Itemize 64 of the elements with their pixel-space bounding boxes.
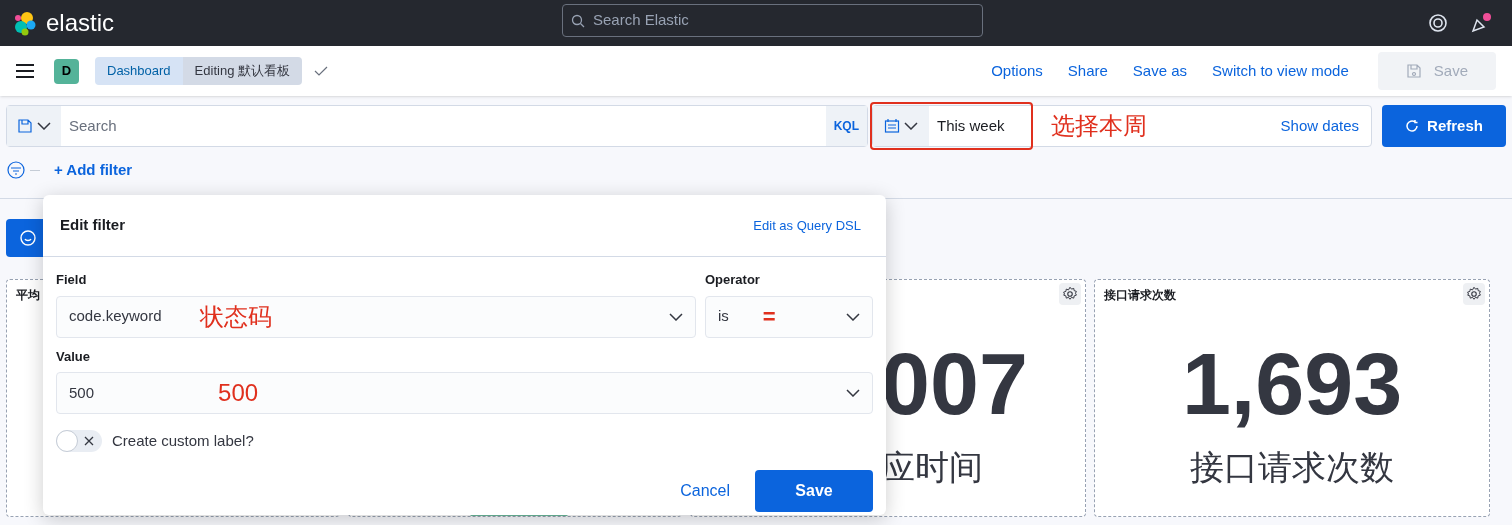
chevron-down-icon [904, 122, 918, 130]
nav-link[interactable]: Switch to view mode [1212, 59, 1349, 83]
cancel-link[interactable]: Cancel [680, 478, 730, 503]
saved-query-button[interactable] [7, 106, 61, 146]
chevron-down-icon [846, 312, 860, 321]
save-icon [1405, 63, 1422, 79]
gear-icon[interactable] [1463, 283, 1485, 305]
field-combobox[interactable]: code.keyword 状态码 [56, 295, 696, 338]
chevron-down-icon [846, 389, 860, 397]
field-label: Field [56, 271, 88, 289]
search-placeholder: Search [68, 115, 118, 136]
annotation-text: = [762, 303, 776, 331]
panel-title: 接口请求次数 [1104, 287, 1176, 304]
value-combobox[interactable]: 500 500 [56, 372, 873, 414]
help-icon[interactable] [1428, 13, 1448, 33]
save-icon [17, 118, 33, 134]
breadcrumb[interactable]: Editing 默认看板 [182, 57, 302, 85]
search-placeholder: Search Elastic [593, 10, 689, 31]
nav-link[interactable]: Options [991, 59, 1043, 83]
nav-link[interactable]: Share [1067, 59, 1108, 83]
custom-label-switch[interactable] [56, 430, 102, 453]
date-range-text[interactable]: This week [929, 114, 1013, 138]
metric-value: 007 [881, 340, 1028, 428]
elastic-logo-icon [12, 10, 38, 36]
field-value: code.keyword [69, 306, 162, 327]
show-dates-link[interactable]: Show dates [1280, 114, 1359, 138]
operator-combobox[interactable]: is = [705, 295, 873, 338]
annotation-text: 状态码 [199, 301, 272, 332]
value-label: Value [56, 347, 91, 366]
breadcrumb[interactable]: Dashboard [95, 57, 183, 85]
space-avatar[interactable]: D [54, 58, 79, 84]
calendar-icon [884, 118, 900, 134]
menu-icon[interactable] [16, 64, 34, 78]
value-text: 500 [69, 382, 95, 403]
check-icon [314, 66, 328, 76]
annotation-text: 选择本周 [1050, 111, 1147, 141]
search-icon [571, 13, 585, 28]
search-field[interactable]: Search Elastic [562, 4, 983, 37]
close-icon [84, 436, 94, 447]
popover-title: Edit filter [60, 215, 125, 236]
date-picker[interactable]: This week 选择本周 Show dates [872, 105, 1372, 147]
news-feed-icon[interactable] [1470, 12, 1492, 34]
refresh-button[interactable]: Refresh [1382, 105, 1506, 147]
chevron-down-icon [669, 312, 683, 321]
annotation-text: 500 [218, 378, 259, 408]
gear-icon[interactable] [1059, 283, 1081, 305]
query-input[interactable]: Search KQL [6, 105, 868, 147]
filter-icon[interactable] [6, 160, 26, 181]
metric-label: 接口请求次数 [1190, 447, 1394, 488]
date-quick-select[interactable] [873, 106, 929, 146]
metric-value: 1,693 [1181, 340, 1403, 428]
smiley-icon [19, 229, 37, 247]
switch-label: Create custom label? [112, 431, 254, 451]
save-button[interactable]: Save [755, 469, 873, 512]
add-filter-link[interactable]: + Add filter [54, 159, 133, 182]
query-dsl-link[interactable]: Edit as Query DSL [753, 215, 861, 236]
chevron-down-icon [37, 122, 51, 130]
operator-label: Operator [705, 271, 761, 289]
operator-value: is [718, 306, 729, 327]
refresh-icon [1405, 119, 1420, 133]
language-toggle[interactable]: KQL [825, 106, 867, 146]
elastic-logo: elastic [46, 8, 115, 38]
panel-title: 平均 [16, 287, 40, 304]
nav-link[interactable]: Save as [1132, 59, 1188, 83]
